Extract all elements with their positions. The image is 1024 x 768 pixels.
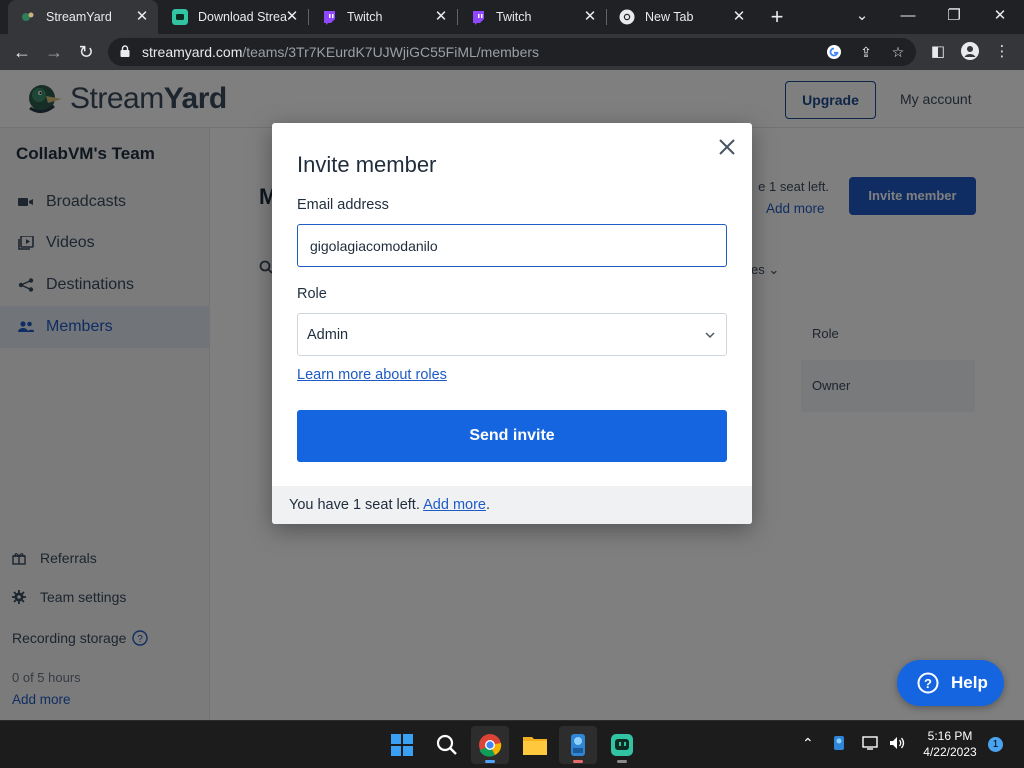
svg-text:?: ? — [924, 676, 932, 691]
running-indicator — [617, 760, 627, 763]
attention-indicator — [573, 760, 583, 763]
close-tab-icon[interactable]: ✕ — [134, 9, 150, 25]
browser-tab-strip: StreamYard ✕ Download Strea ✕ Twitch ✕ T… — [0, 0, 1024, 34]
active-indicator — [485, 760, 495, 763]
network-icon[interactable] — [862, 735, 880, 754]
google-lens-icon[interactable] — [824, 42, 844, 62]
chrome-icon — [479, 734, 502, 757]
notification-badge[interactable]: 1 — [988, 737, 1003, 752]
minimize-button[interactable]: — — [886, 4, 930, 28]
address-bar[interactable]: streamyard.com/teams/3Tr7KEurdK7UJWjiGC5… — [108, 38, 916, 66]
share-page-icon[interactable]: ⇪ — [856, 42, 876, 62]
windows-taskbar: ⌃ 5:16 PM 4/22/2023 1 — [0, 720, 1024, 768]
taskbar-streamlabs[interactable] — [603, 726, 641, 764]
url-path: /teams/3Tr7KEurdK7UJWjiGC55FiML/members — [242, 44, 540, 60]
reload-icon[interactable]: ↻ — [73, 39, 99, 65]
help-circle-icon: ? — [917, 672, 939, 694]
close-icon[interactable] — [716, 136, 738, 158]
clock-date: 4/22/2023 — [923, 745, 977, 759]
volume-icon[interactable] — [888, 735, 906, 754]
search-icon — [436, 734, 457, 755]
start-button[interactable] — [383, 726, 421, 764]
learn-more-roles-link[interactable]: Learn more about roles — [297, 367, 447, 383]
profile-icon[interactable] — [960, 42, 980, 62]
tab-title: Twitch — [496, 10, 532, 24]
tab-twitch-2[interactable]: Twitch ✕ — [458, 0, 606, 34]
tab-new-tab[interactable]: New Tab ✕ — [607, 0, 755, 34]
help-button[interactable]: ? Help — [897, 660, 1004, 706]
tab-title: StreamYard — [46, 10, 112, 24]
tab-download-streamlabs[interactable]: Download Strea ✕ — [160, 0, 308, 34]
taskbar-search-button[interactable] — [428, 726, 466, 764]
twitch-favicon-icon — [324, 11, 335, 25]
role-label: Role — [297, 286, 327, 302]
tab-title: New Tab — [645, 10, 694, 24]
taskbar-app-running[interactable] — [559, 726, 597, 764]
side-panel-icon[interactable]: ◧ — [928, 42, 948, 62]
tray-overflow-chevron-icon[interactable]: ⌃ — [802, 735, 814, 752]
tray-app-icon[interactable] — [832, 735, 846, 754]
taskbar-file-explorer[interactable] — [516, 726, 554, 764]
help-label: Help — [951, 673, 988, 692]
tab-title: Twitch — [347, 10, 383, 24]
chevron-down-icon — [705, 332, 715, 339]
back-arrow-icon[interactable]: ← — [9, 39, 35, 65]
restore-button[interactable]: ❐ — [932, 4, 976, 28]
streamyard-page: StreamYard Upgrade My account CollabVM's… — [0, 70, 1024, 720]
url-host: streamyard.com — [142, 44, 243, 60]
system-clock[interactable]: 5:16 PM 4/22/2023 — [918, 728, 982, 760]
seats-footer-text: You have 1 seat left. Add more. — [289, 497, 491, 513]
close-window-button[interactable]: ✕ — [978, 4, 1022, 28]
windows-logo-icon — [391, 734, 413, 756]
folder-icon — [523, 737, 547, 755]
streamyard-favicon-icon — [20, 9, 36, 25]
twitch-favicon-icon — [473, 11, 484, 25]
footer-add-more-link[interactable]: Add more — [423, 497, 486, 513]
tab-search-chevron-icon[interactable]: ⌄ — [840, 4, 884, 28]
browser-menu-icon[interactable]: ⋮ — [992, 42, 1012, 62]
email-field[interactable] — [297, 224, 727, 267]
streamlabs-favicon-icon — [172, 9, 188, 25]
bookmark-star-icon[interactable]: ☆ — [888, 42, 908, 62]
send-invite-button[interactable]: Send invite — [297, 410, 727, 462]
invite-member-dialog: Invite member Email address Role Admin L… — [272, 123, 752, 524]
chrome-favicon-icon — [619, 9, 635, 25]
dialog-footer: You have 1 seat left. Add more. — [272, 486, 752, 524]
close-tab-icon[interactable]: ✕ — [582, 9, 598, 25]
streamlabs-icon — [611, 734, 633, 756]
browser-toolbar: ← → ↻ streamyard.com/teams/3Tr7KEurdK7UJ… — [0, 34, 1024, 70]
url-text: streamyard.com/teams/3Tr7KEurdK7UJWjiGC5… — [142, 44, 539, 60]
dialog-title: Invite member — [297, 152, 437, 177]
taskbar-chrome[interactable] — [471, 726, 509, 764]
new-tab-button[interactable]: + — [764, 5, 790, 29]
clock-time: 5:16 PM — [927, 729, 973, 743]
forward-arrow-icon[interactable]: → — [41, 39, 67, 65]
close-tab-icon[interactable]: ✕ — [284, 9, 300, 25]
role-select-value: Admin — [307, 327, 349, 343]
role-select[interactable]: Admin — [297, 313, 727, 356]
email-label: Email address — [297, 197, 389, 213]
app-icon — [571, 734, 585, 756]
tab-title: Download Strea — [198, 10, 287, 24]
tab-twitch-1[interactable]: Twitch ✕ — [309, 0, 457, 34]
close-tab-icon[interactable]: ✕ — [731, 9, 747, 25]
lock-icon — [120, 45, 130, 57]
tab-streamyard[interactable]: StreamYard ✕ — [8, 0, 158, 34]
close-tab-icon[interactable]: ✕ — [433, 9, 449, 25]
